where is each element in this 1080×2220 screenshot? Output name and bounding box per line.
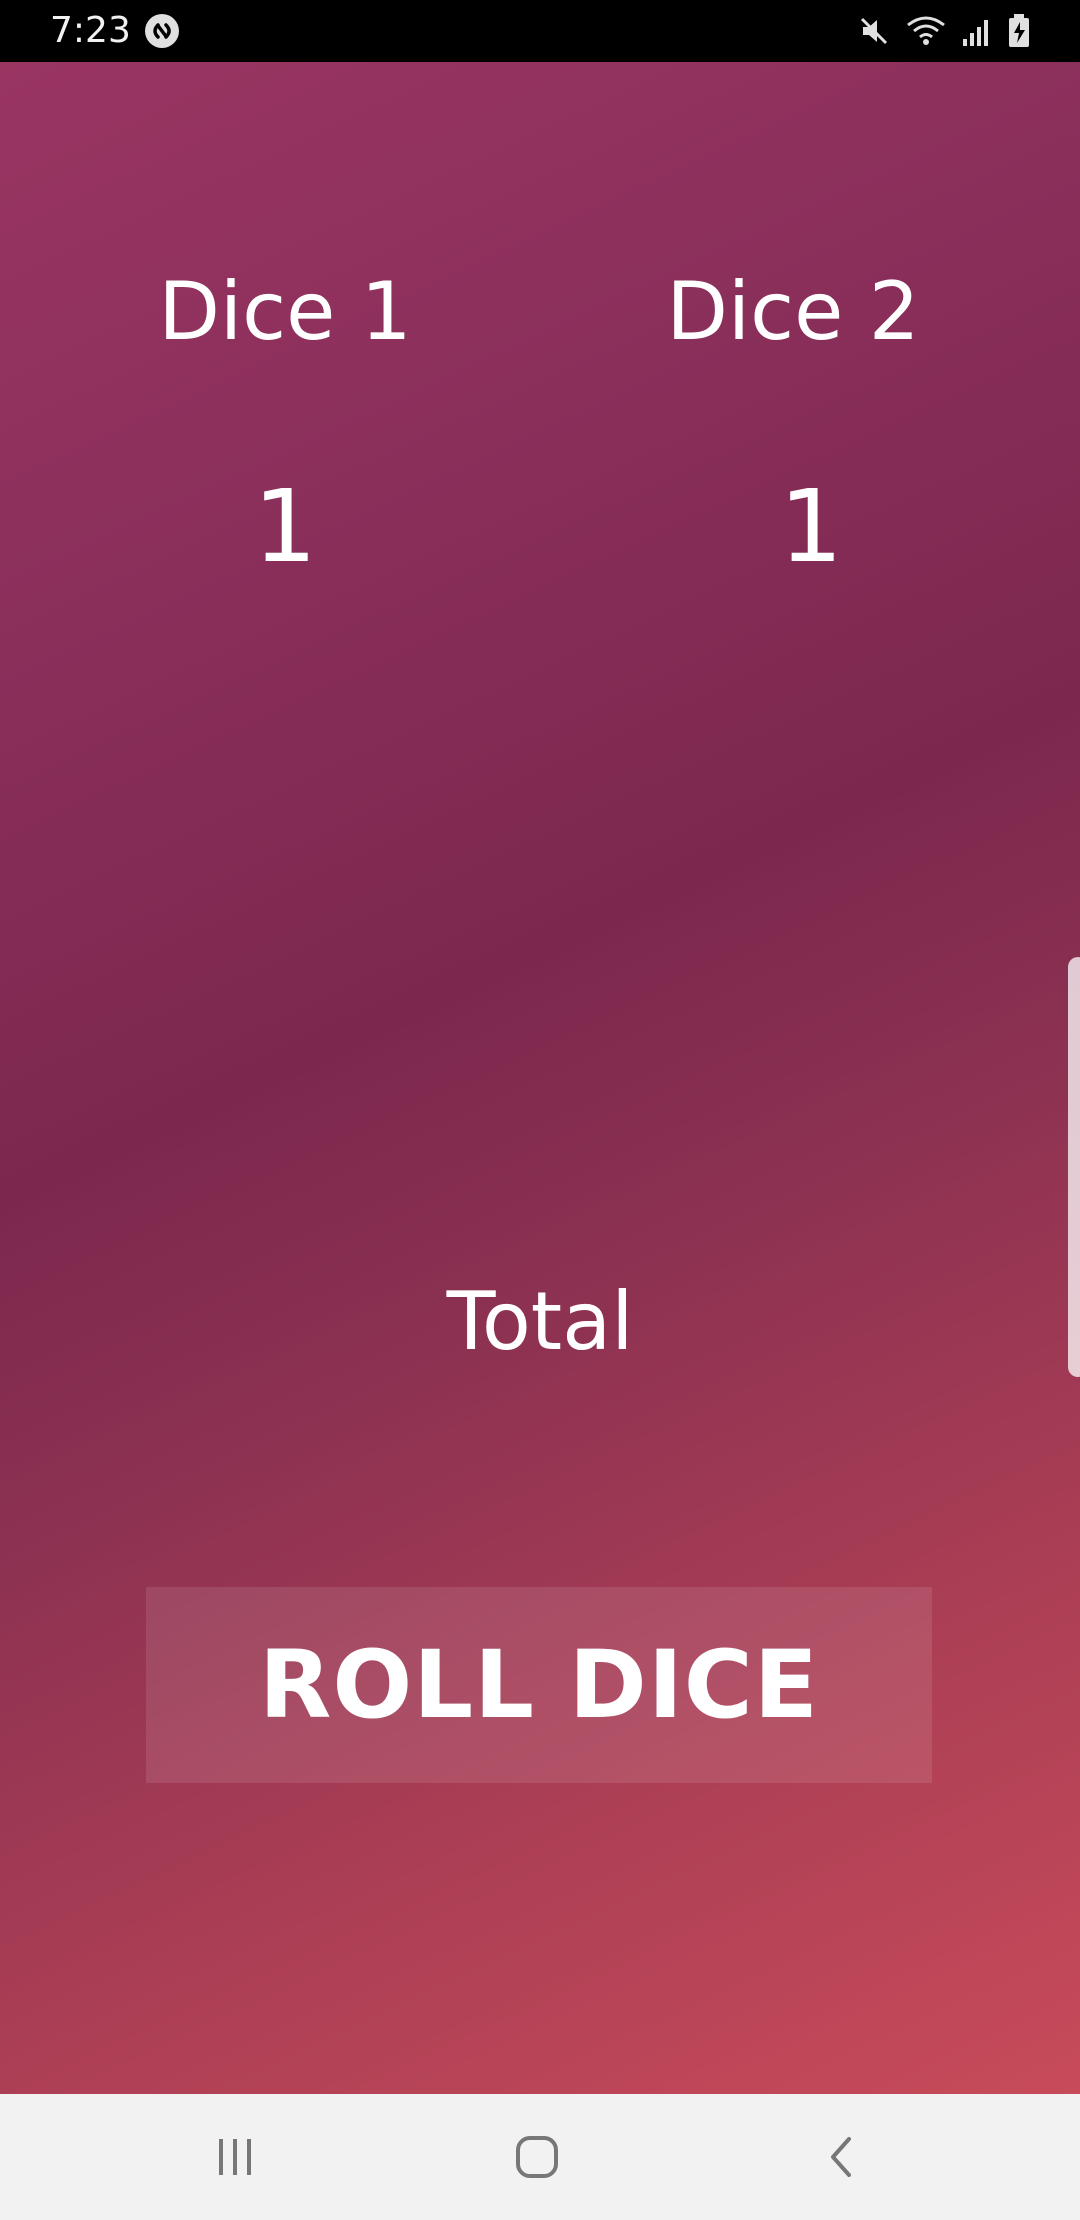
status-icons (858, 12, 1030, 50)
dice1-label: Dice 1 (158, 265, 412, 358)
screen: 7:23 Dice 1 Dice 2 1 1 Total ROLL DICE (0, 0, 1080, 2220)
total-label: Total (446, 1275, 634, 1368)
battery-charging-icon (1008, 14, 1030, 48)
mute-icon (858, 15, 890, 47)
roll-dice-button[interactable]: ROLL DICE (146, 1587, 932, 1783)
dice1-value: 1 (253, 468, 317, 585)
signal-icon (962, 15, 992, 47)
dice2-label: Dice 2 (666, 265, 920, 358)
status-time: 7:23 (50, 10, 131, 51)
shazam-icon (144, 13, 180, 49)
status-bar: 7:23 (0, 0, 1080, 62)
recent-apps-icon[interactable] (195, 2122, 275, 2192)
wifi-icon (906, 15, 946, 47)
home-icon[interactable] (497, 2122, 577, 2192)
navigation-bar (0, 2094, 1080, 2220)
edge-panel-handle[interactable] (1068, 957, 1080, 1377)
app-content: Dice 1 Dice 2 1 1 Total ROLL DICE (0, 62, 1080, 2094)
back-icon[interactable] (800, 2122, 880, 2192)
dice2-value: 1 (779, 468, 843, 585)
